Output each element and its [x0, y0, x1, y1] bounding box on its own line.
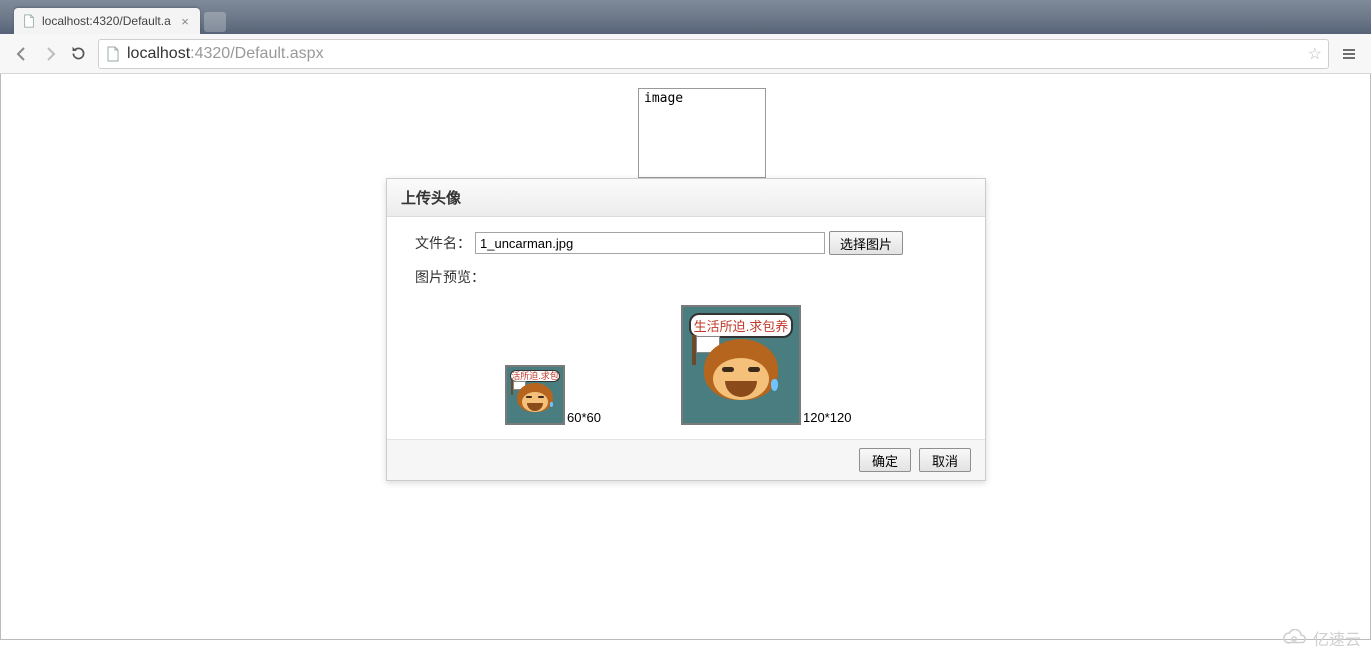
- browser-tab-active[interactable]: localhost:4320/Default.a ×: [14, 8, 200, 34]
- tab-title: localhost:4320/Default.a: [42, 14, 178, 28]
- page-icon: [105, 46, 121, 62]
- reload-icon: [70, 45, 87, 62]
- watermark: 亿速云: [1281, 626, 1361, 650]
- watermark-text: 亿速云: [1313, 626, 1361, 650]
- dialog-title: 上传头像: [387, 179, 985, 217]
- back-button[interactable]: [8, 40, 36, 68]
- image-alt-text: image: [644, 91, 683, 106]
- arrow-right-icon: [42, 46, 58, 62]
- forward-button[interactable]: [36, 40, 64, 68]
- filename-label: 文件名：: [415, 233, 475, 253]
- address-bar[interactable]: localhost:4320/Default.aspx ☆: [98, 39, 1329, 69]
- upload-avatar-dialog: 上传头像 文件名： 选择图片 图片预览： 生活所迫.求包养 60*60: [386, 178, 986, 481]
- dimension-label-small: 60*60: [567, 410, 601, 425]
- cloud-icon: [1281, 629, 1309, 647]
- cancel-button[interactable]: 取消: [919, 448, 971, 472]
- new-tab-button[interactable]: [204, 12, 226, 32]
- page-icon: [22, 14, 36, 28]
- url-path: :4320/Default.aspx: [190, 45, 323, 63]
- dimension-label-large: 120*120: [803, 410, 851, 425]
- browser-tab-strip: localhost:4320/Default.a ×: [0, 0, 1371, 34]
- url-host: localhost: [127, 45, 190, 63]
- browser-toolbar: localhost:4320/Default.aspx ☆: [0, 34, 1371, 74]
- preview-thumbnail-large: 生活所迫.求包养: [681, 305, 801, 425]
- hamburger-icon: [1341, 46, 1357, 62]
- arrow-left-icon: [14, 46, 30, 62]
- choose-image-button[interactable]: 选择图片: [829, 231, 903, 255]
- image-placeholder: image: [638, 88, 766, 178]
- filename-input[interactable]: [475, 232, 825, 254]
- tab-close-icon[interactable]: ×: [178, 14, 192, 29]
- confirm-button[interactable]: 确定: [859, 448, 911, 472]
- browser-menu-button[interactable]: [1335, 40, 1363, 68]
- page-viewport: image 上传头像 文件名： 选择图片 图片预览： 生活所迫.求包养: [0, 74, 1371, 640]
- bookmark-star-icon[interactable]: ☆: [1308, 44, 1322, 64]
- reload-button[interactable]: [64, 40, 92, 68]
- preview-thumbnail-small: 生活所迫.求包养: [505, 365, 565, 425]
- preview-label: 图片预览：: [415, 267, 485, 287]
